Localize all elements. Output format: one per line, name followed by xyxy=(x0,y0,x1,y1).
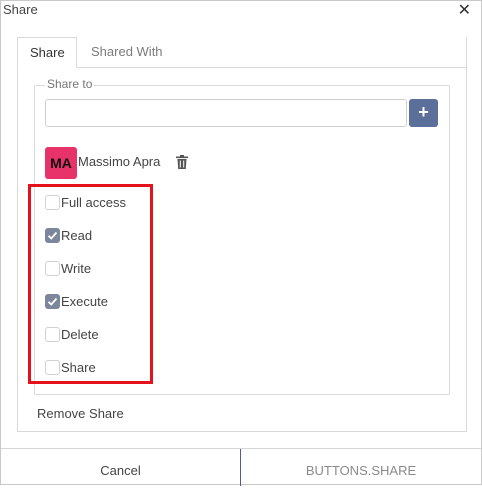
permission-label: Full access xyxy=(61,194,127,210)
remove-share-link[interactable]: Remove Share xyxy=(37,406,124,421)
trash-icon[interactable] xyxy=(176,155,188,169)
dialog-title: Share xyxy=(3,2,38,17)
permission-label: Share xyxy=(61,359,96,375)
dialog-footer: Cancel BUTTONS.SHARE xyxy=(1,448,481,486)
share-to-legend: Share to xyxy=(45,77,95,91)
permission-full-access[interactable]: Full access xyxy=(45,193,126,211)
permission-write[interactable]: Write xyxy=(45,259,91,277)
checkbox[interactable] xyxy=(45,359,60,375)
checkbox[interactable] xyxy=(45,326,60,342)
permission-delete[interactable]: Delete xyxy=(45,325,99,343)
check-icon xyxy=(47,297,58,306)
checkbox-checked[interactable] xyxy=(45,293,60,309)
checkbox-checked[interactable] xyxy=(45,227,60,243)
permissions-highlight-box xyxy=(28,184,153,384)
tab-bar: Share Shared With xyxy=(17,37,467,68)
permission-share[interactable]: Share xyxy=(45,358,96,376)
permission-read[interactable]: Read xyxy=(45,226,92,244)
share-dialog: Share ✕ Share Shared With Share to + MA … xyxy=(0,0,482,486)
checkbox[interactable] xyxy=(45,194,60,210)
add-user-button[interactable]: + xyxy=(409,99,438,127)
checkbox[interactable] xyxy=(45,260,60,276)
cancel-button[interactable]: Cancel xyxy=(1,449,240,486)
permission-label: Read xyxy=(61,227,93,243)
share-to-input[interactable] xyxy=(45,99,407,127)
permission-label: Write xyxy=(61,260,92,276)
user-name: Massimo Apra xyxy=(78,154,161,169)
permission-label: Execute xyxy=(61,293,108,309)
tab-share[interactable]: Share xyxy=(17,37,77,68)
close-icon[interactable]: ✕ xyxy=(458,3,471,19)
avatar: MA xyxy=(45,147,77,179)
tab-shared-with[interactable]: Shared With xyxy=(79,37,175,68)
share-button[interactable]: BUTTONS.SHARE xyxy=(241,449,481,486)
permission-execute[interactable]: Execute xyxy=(45,292,108,310)
check-icon xyxy=(47,231,58,240)
permission-label: Delete xyxy=(61,326,99,342)
